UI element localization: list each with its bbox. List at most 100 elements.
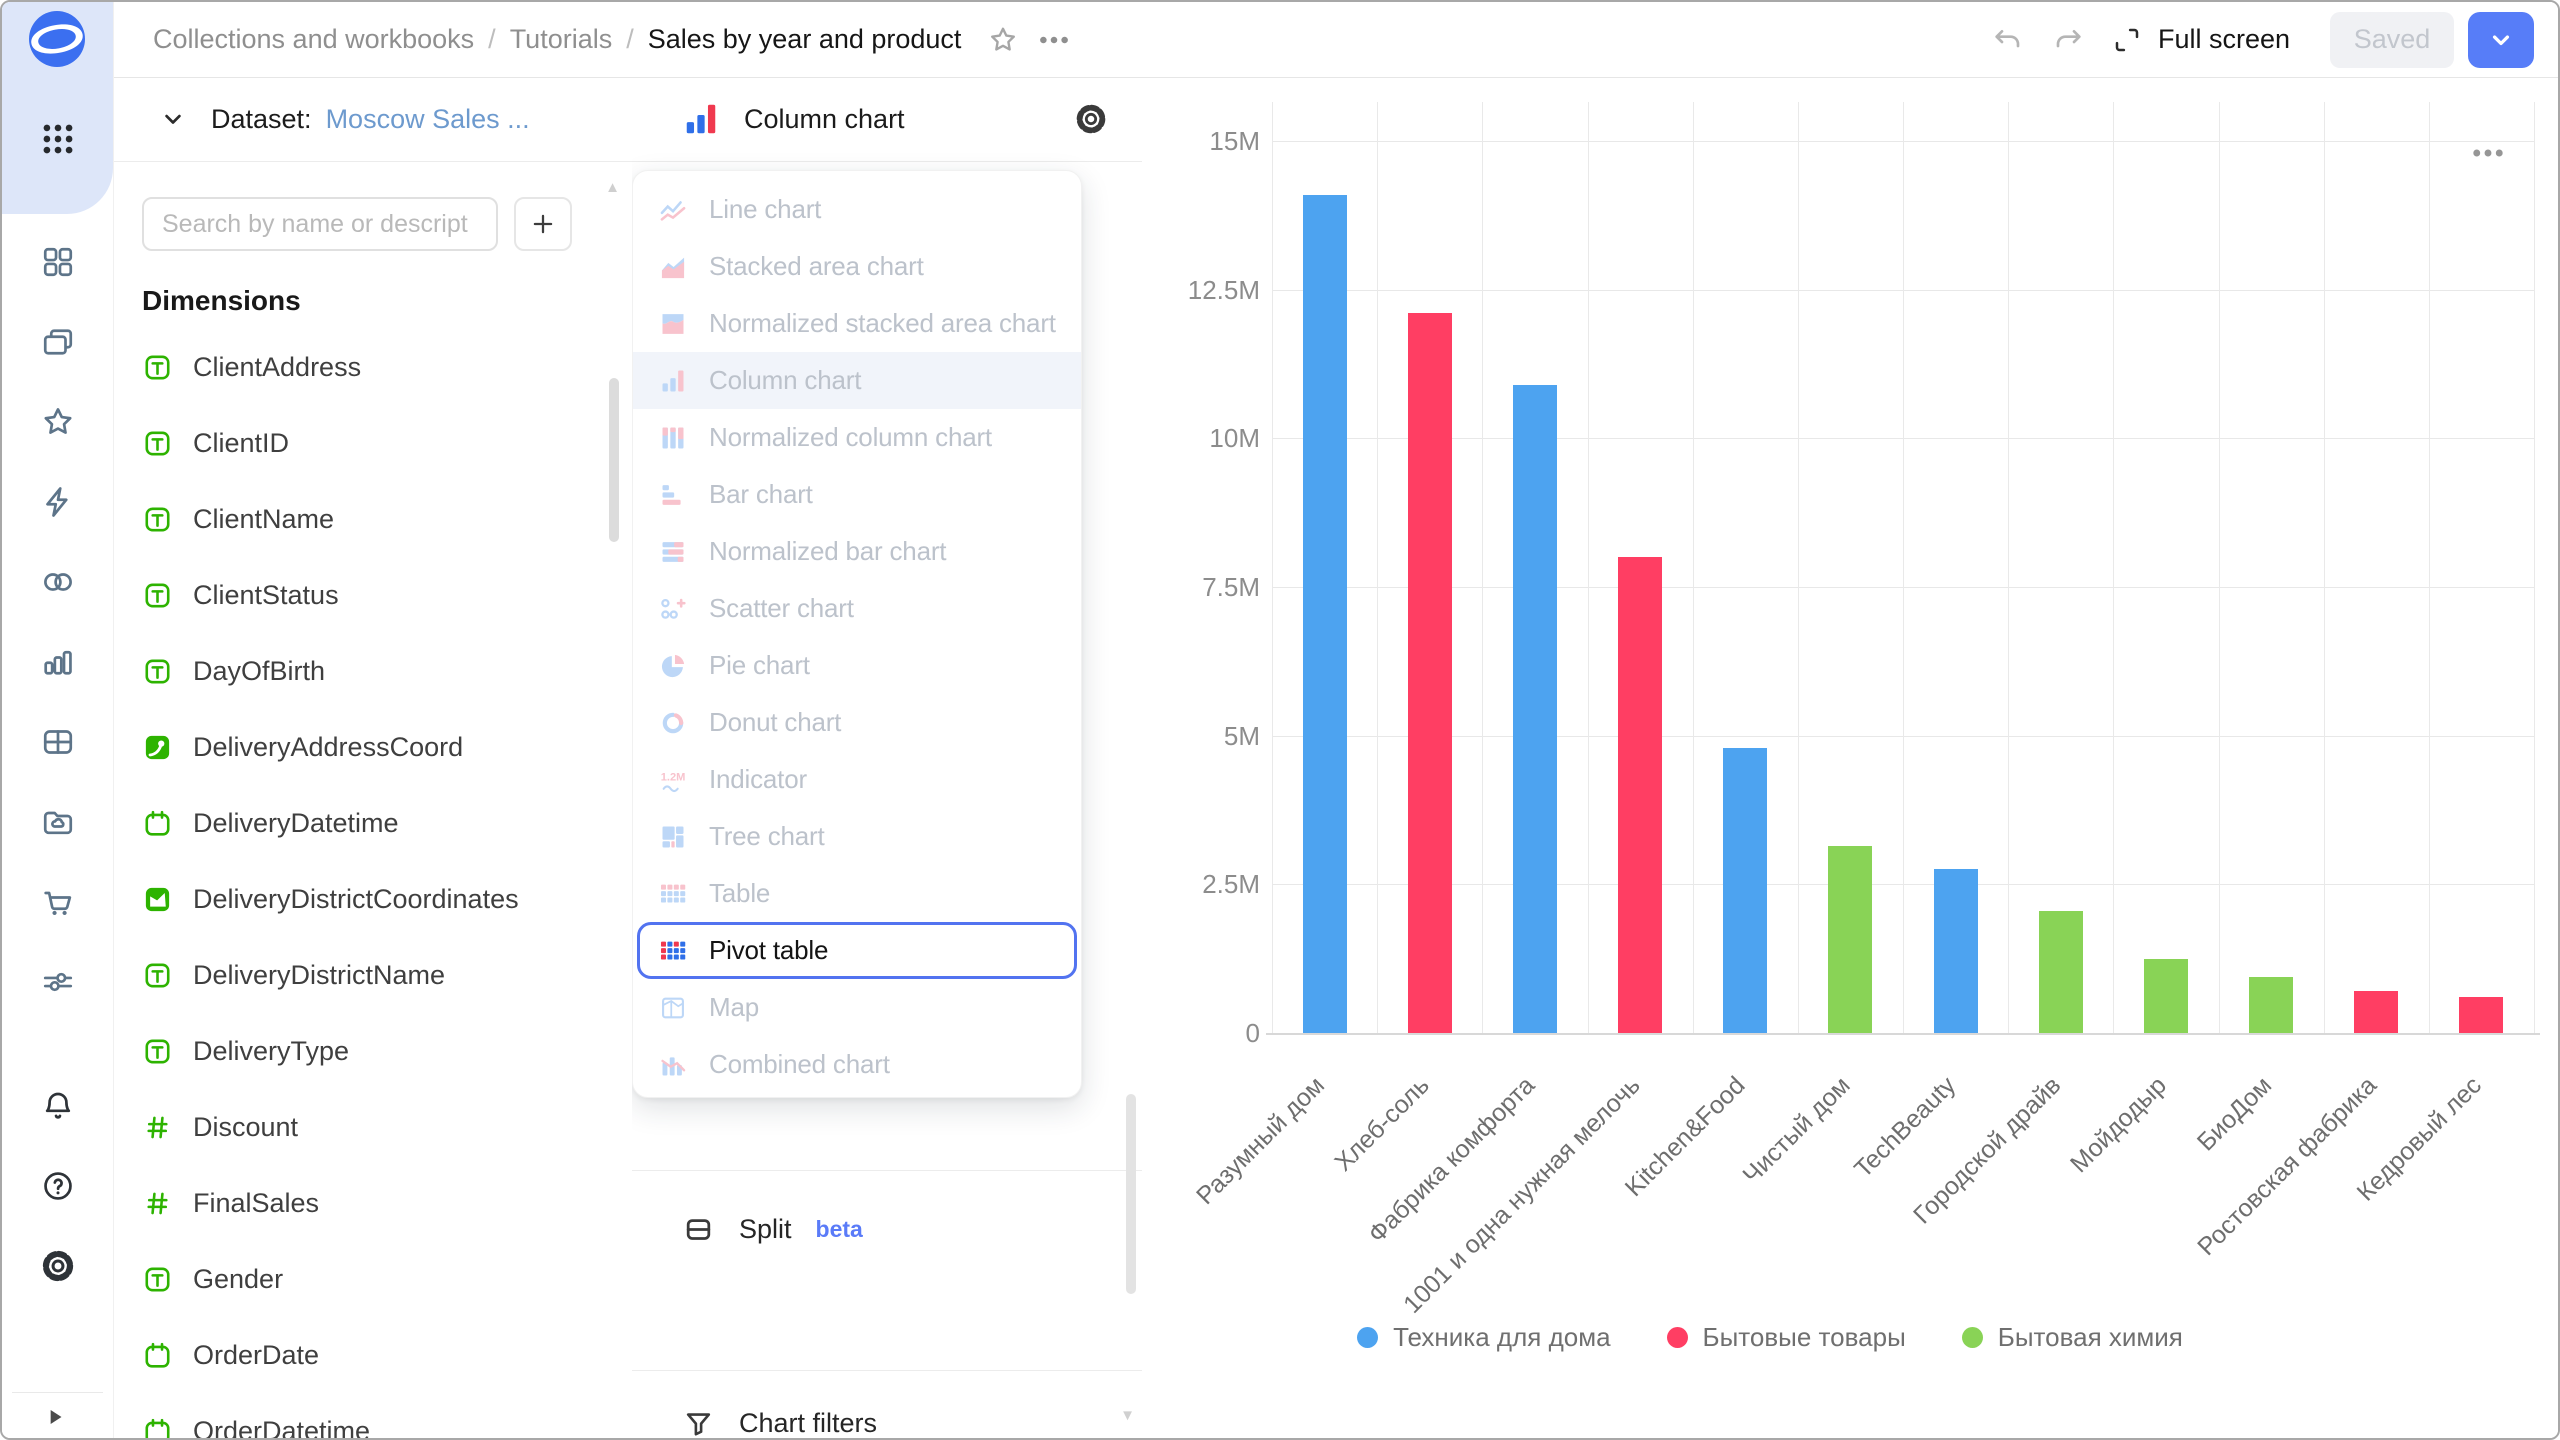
- search-input[interactable]: [142, 197, 498, 251]
- charts-icon[interactable]: [40, 644, 76, 680]
- chart-filters-row[interactable]: Chart filters: [682, 1407, 877, 1438]
- dimension-field-clientstatus[interactable]: ClientStatus: [142, 557, 586, 633]
- services-icon[interactable]: [40, 564, 76, 600]
- breadcrumb-tutorials[interactable]: Tutorials: [510, 24, 613, 55]
- rail-divider: [12, 1392, 103, 1393]
- redo-icon[interactable]: [2052, 24, 2084, 56]
- field-label: DeliveryDatetime: [193, 808, 399, 839]
- gridline: [1377, 102, 1378, 1033]
- legend-item[interactable]: Бытовая химия: [1962, 1322, 2183, 1353]
- text-field-icon: [142, 656, 173, 687]
- favorites-icon[interactable]: [40, 404, 76, 440]
- more-actions-icon[interactable]: [1037, 23, 1071, 57]
- dimension-field-orderdatetime[interactable]: OrderDatetime: [142, 1393, 586, 1438]
- parameters-icon[interactable]: [40, 964, 76, 1000]
- undo-icon[interactable]: [1992, 24, 2024, 56]
- dimension-field-gender[interactable]: Gender: [142, 1241, 586, 1317]
- dashboards-icon[interactable]: [40, 244, 76, 280]
- dataset-scrollbar-thumb[interactable]: [609, 378, 619, 542]
- dataset-name-link[interactable]: Moscow Sales ...: [326, 104, 530, 135]
- menu-item-donut-chart[interactable]: Donut chart: [633, 694, 1081, 751]
- menu-item-combined-chart[interactable]: Combined chart: [633, 1036, 1081, 1093]
- norm-area-chart-icon: [659, 310, 687, 338]
- expand-rail-icon[interactable]: [42, 1404, 68, 1430]
- marketplace-icon[interactable]: [40, 884, 76, 920]
- menu-item-label: Pie chart: [709, 650, 810, 681]
- menu-item-pie-chart[interactable]: Pie chart: [633, 637, 1081, 694]
- menu-item-label: Line chart: [709, 194, 821, 225]
- dimension-field-deliveryaddresscoord[interactable]: DeliveryAddressCoord: [142, 709, 586, 785]
- dimension-field-clientaddress[interactable]: ClientAddress: [142, 329, 586, 405]
- dimension-field-deliverydistrictcoordinates[interactable]: DeliveryDistrictCoordinates: [142, 861, 586, 937]
- dimension-field-finalsales[interactable]: FinalSales: [142, 1165, 586, 1241]
- menu-item-column-chart[interactable]: Column chart: [633, 352, 1081, 409]
- divider: [632, 1170, 1142, 1171]
- field-label: ClientID: [193, 428, 289, 459]
- datalens-logo-icon[interactable]: [28, 10, 86, 68]
- menu-item-stacked-area-chart[interactable]: Stacked area chart: [633, 238, 1081, 295]
- legend-item[interactable]: Бытовые товары: [1667, 1322, 1906, 1353]
- norm-column-chart-icon: [659, 424, 687, 452]
- field-label: ClientName: [193, 504, 334, 535]
- dimension-field-dayofbirth[interactable]: DayOfBirth: [142, 633, 586, 709]
- menu-item-map[interactable]: Map: [633, 979, 1081, 1036]
- storage-icon[interactable]: [40, 804, 76, 840]
- chevron-down-icon: [2487, 26, 2515, 54]
- fullscreen-icon[interactable]: [2112, 25, 2142, 55]
- dimension-field-clientid[interactable]: ClientID: [142, 405, 586, 481]
- column-chart-icon: [659, 367, 687, 395]
- dimension-field-deliverydistrictname[interactable]: DeliveryDistrictName: [142, 937, 586, 1013]
- notifications-icon[interactable]: [40, 1088, 76, 1124]
- dataset-collapse-icon[interactable]: [159, 105, 187, 133]
- settings-icon[interactable]: [40, 1248, 76, 1284]
- favorite-star-icon[interactable]: [987, 24, 1019, 56]
- split-label: Split: [739, 1214, 792, 1245]
- scroll-up-icon[interactable]: ▲: [605, 179, 620, 196]
- help-icon[interactable]: [40, 1168, 76, 1204]
- connections-icon[interactable]: [40, 484, 76, 520]
- menu-item-label: Pivot table: [709, 935, 828, 966]
- field-label: DeliveryDistrictCoordinates: [193, 884, 519, 915]
- scroll-down-icon[interactable]: ▼: [1120, 1407, 1135, 1424]
- menu-item-normalized-stacked-area-chart[interactable]: Normalized stacked area chart: [633, 295, 1081, 352]
- field-label: ClientAddress: [193, 352, 361, 383]
- dimension-field-deliverytype[interactable]: DeliveryType: [142, 1013, 586, 1089]
- fullscreen-label[interactable]: Full screen: [2158, 24, 2290, 55]
- breadcrumb-collections[interactable]: Collections and workbooks: [153, 24, 474, 55]
- dimension-field-clientname[interactable]: ClientName: [142, 481, 586, 557]
- config-scrollbar-thumb[interactable]: [1126, 1094, 1136, 1294]
- menu-item-line-chart[interactable]: Line chart: [633, 181, 1081, 238]
- menu-item-normalized-bar-chart[interactable]: Normalized bar chart: [633, 523, 1081, 580]
- legend-item[interactable]: Техника для дома: [1357, 1322, 1610, 1353]
- menu-item-tree-chart[interactable]: Tree chart: [633, 808, 1081, 865]
- menu-item-bar-chart[interactable]: Bar chart: [633, 466, 1081, 523]
- menu-item-label: Map: [709, 992, 759, 1023]
- menu-item-table[interactable]: Table: [633, 865, 1081, 922]
- chart-settings-gear-icon[interactable]: [1074, 102, 1108, 136]
- svg-text:1.2M: 1.2M: [661, 771, 686, 783]
- x-category-label: БиоДом: [2191, 1071, 2277, 1157]
- menu-item-indicator[interactable]: 1.2MIndicator: [633, 751, 1081, 808]
- tables-icon[interactable]: [40, 724, 76, 760]
- chart-legend: Техника для дома Бытовые товары Бытовая хи…: [1142, 1322, 2398, 1353]
- menu-item-pivot-table[interactable]: Pivot table: [637, 922, 1077, 979]
- left-navigation-rail: [2, 2, 114, 1438]
- dimensions-list: ClientAddress ClientID ClientName ClientSta…: [142, 329, 586, 1438]
- menu-item-normalized-column-chart[interactable]: Normalized column chart: [633, 409, 1081, 466]
- save-menu-button[interactable]: [2468, 12, 2534, 68]
- chart-type-selector[interactable]: Column chart: [632, 77, 1142, 162]
- add-field-button[interactable]: [514, 197, 572, 251]
- dimension-field-orderdate[interactable]: OrderDate: [142, 1317, 586, 1393]
- collections-icon[interactable]: [40, 324, 76, 360]
- rail-bottom-icons: [2, 1088, 113, 1284]
- menu-item-scatter-chart[interactable]: Scatter chart: [633, 580, 1081, 637]
- pivot-table-icon: [659, 937, 687, 965]
- split-row[interactable]: Split beta: [682, 1213, 863, 1246]
- apps-grid-icon[interactable]: [39, 120, 77, 158]
- norm-bar-chart-icon: [659, 538, 687, 566]
- y-tick-label: 0: [1150, 1018, 1260, 1049]
- dimension-field-deliverydatetime[interactable]: DeliveryDatetime: [142, 785, 586, 861]
- saved-button[interactable]: Saved: [2330, 12, 2454, 68]
- dimension-field-discount[interactable]: Discount: [142, 1089, 586, 1165]
- menu-item-label: Bar chart: [709, 479, 813, 510]
